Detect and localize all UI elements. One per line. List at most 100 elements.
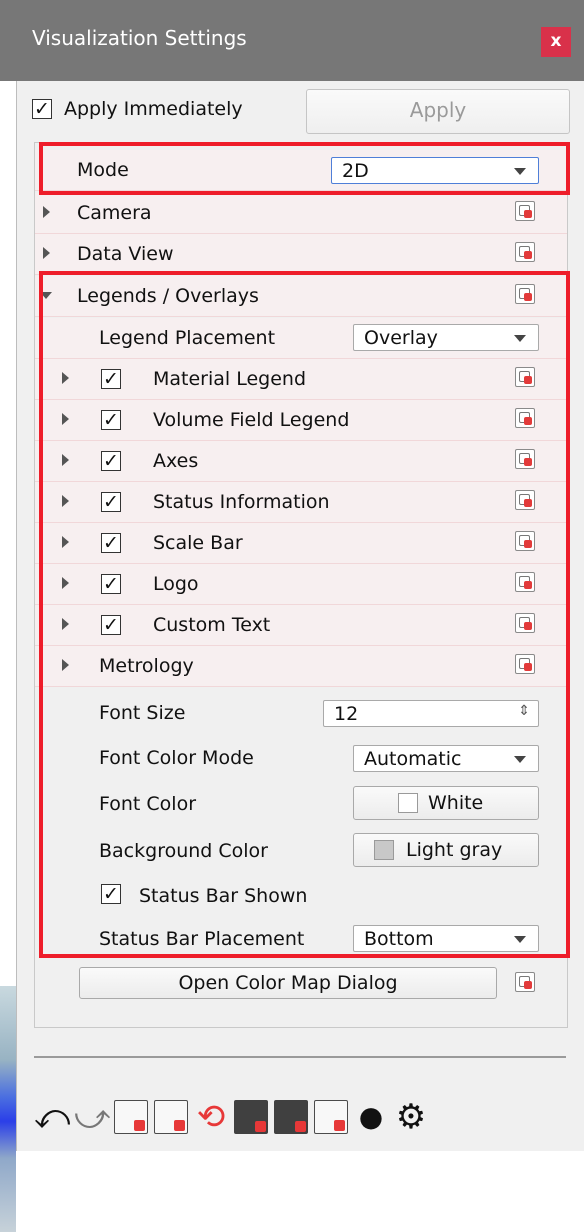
reset-settings-icon[interactable]: ⟲ — [194, 1100, 228, 1134]
tree-item-material-legend[interactable]: ✓ Material Legend — [35, 359, 567, 400]
legend-placement-row: Legend Placement Overlay — [35, 318, 567, 359]
export-settings-icon[interactable] — [114, 1100, 148, 1134]
status-bar-placement-select[interactable]: Bottom — [353, 925, 539, 952]
undo-icon[interactable]: ⤺ — [34, 1100, 70, 1134]
expand-arrow-icon[interactable] — [62, 495, 69, 507]
expand-arrow-icon[interactable] — [62, 413, 69, 425]
tree-item-axes[interactable]: ✓ Axes — [35, 441, 567, 482]
apply-immediately-checkbox[interactable]: ✓ — [32, 99, 52, 119]
open-color-map-row: Open Color Map Dialog — [35, 965, 567, 1011]
reset-setting-icon[interactable] — [515, 490, 535, 510]
mode-label: Mode — [77, 159, 129, 181]
tree-item-label: Status Information — [153, 491, 330, 513]
expand-arrow-icon[interactable] — [62, 577, 69, 589]
chevron-down-icon — [514, 936, 526, 943]
tree-item-label: Material Legend — [153, 368, 307, 390]
expand-arrow-icon[interactable] — [43, 247, 50, 259]
chevron-down-icon — [514, 168, 526, 175]
tree-item-scale-bar[interactable]: ✓ Scale Bar — [35, 523, 567, 564]
reset-setting-icon[interactable] — [515, 242, 535, 262]
tree-item-label: Custom Text — [153, 614, 271, 636]
spin-arrows-icon[interactable]: ⇕ — [518, 703, 530, 719]
tree-item-logo[interactable]: ✓ Logo — [35, 564, 567, 605]
tree-item-custom-text[interactable]: ✓ Custom Text — [35, 605, 567, 646]
reset-setting-icon[interactable] — [515, 284, 535, 304]
reset-setting-icon[interactable] — [515, 972, 535, 992]
expand-arrow-icon[interactable] — [43, 206, 50, 218]
mode-select[interactable]: 2D — [331, 157, 539, 184]
reset-setting-icon[interactable] — [515, 572, 535, 592]
apply-immediately-row[interactable]: ✓ Apply Immediately — [32, 98, 243, 120]
font-color-mode-label: Font Color Mode — [99, 747, 254, 769]
title-bar: Visualization Settings x — [0, 0, 584, 81]
settings-gear-icon[interactable]: ⚙ — [394, 1100, 428, 1134]
open-color-map-dialog-button[interactable]: Open Color Map Dialog — [79, 967, 497, 999]
legend-placement-select[interactable]: Overlay — [353, 324, 539, 351]
background-strip — [0, 81, 16, 1232]
tree-item-metrology[interactable]: Metrology — [35, 646, 567, 687]
import-settings-icon[interactable] — [154, 1100, 188, 1134]
font-color-mode-select[interactable]: Automatic — [353, 745, 539, 772]
close-button[interactable]: x — [541, 27, 571, 57]
expand-arrow-icon[interactable] — [62, 536, 69, 548]
status-bar-placement-value: Bottom — [364, 928, 434, 950]
font-size-value: 12 — [334, 703, 359, 725]
scale-bar-checkbox[interactable]: ✓ — [101, 533, 121, 553]
metrology-label: Metrology — [99, 655, 194, 677]
load-preset-icon[interactable] — [274, 1100, 308, 1134]
color-swatch-white — [398, 793, 418, 813]
chevron-down-icon — [514, 335, 526, 342]
status-bar-shown-checkbox[interactable]: ✓ — [101, 884, 121, 904]
background-color-row: Background Color Light gray — [35, 827, 567, 873]
font-size-label: Font Size — [99, 702, 186, 724]
font-color-mode-value: Automatic — [364, 748, 462, 770]
background-color-button[interactable]: Light gray — [353, 833, 539, 867]
reset-setting-icon[interactable] — [515, 613, 535, 633]
tree-item-camera[interactable]: Camera — [35, 193, 567, 234]
reset-setting-icon[interactable] — [515, 201, 535, 221]
reset-setting-icon[interactable] — [515, 367, 535, 387]
collapse-arrow-icon[interactable] — [40, 292, 52, 299]
expand-arrow-icon[interactable] — [62, 659, 69, 671]
background-image-fragment — [0, 986, 16, 1232]
tree-item-label: Axes — [153, 450, 199, 472]
material-legend-checkbox[interactable]: ✓ — [101, 369, 121, 389]
axes-checkbox[interactable]: ✓ — [101, 451, 121, 471]
legend-placement-value: Overlay — [364, 327, 438, 349]
expand-arrow-icon[interactable] — [62, 372, 69, 384]
tree-item-label: Scale Bar — [153, 532, 243, 554]
legend-placement-label: Legend Placement — [99, 327, 276, 349]
logo-checkbox[interactable]: ✓ — [101, 574, 121, 594]
tree-item-volume-field-legend[interactable]: ✓ Volume Field Legend — [35, 400, 567, 441]
save-preset-icon[interactable] — [234, 1100, 268, 1134]
script-icon[interactable] — [314, 1100, 348, 1134]
reset-setting-icon[interactable] — [515, 531, 535, 551]
expand-arrow-icon[interactable] — [62, 618, 69, 630]
status-information-checkbox[interactable]: ✓ — [101, 492, 121, 512]
tree-item-label: Volume Field Legend — [153, 409, 350, 431]
visibility-icon[interactable]: ● — [354, 1100, 388, 1134]
tree-item-data-view[interactable]: Data View — [35, 234, 567, 275]
window-title: Visualization Settings — [32, 26, 247, 50]
font-color-button[interactable]: White — [353, 786, 539, 820]
reset-setting-icon[interactable] — [515, 449, 535, 469]
expand-arrow-icon[interactable] — [62, 454, 69, 466]
apply-button[interactable]: Apply — [306, 89, 570, 134]
redo-icon[interactable]: ⤻ — [74, 1100, 110, 1134]
reset-setting-icon[interactable] — [515, 654, 535, 674]
camera-label: Camera — [77, 202, 152, 224]
font-size-row: Font Size 12 ⇕ — [35, 690, 567, 734]
custom-text-checkbox[interactable]: ✓ — [101, 615, 121, 635]
reset-setting-icon[interactable] — [515, 408, 535, 428]
font-size-spinbox[interactable]: 12 ⇕ — [323, 700, 539, 727]
data-view-label: Data View — [77, 243, 174, 265]
bottom-toolbar: ⤺ ⤻ ⟲ ● ⚙ — [34, 1096, 434, 1138]
status-bar-shown-row[interactable]: ✓ Status Bar Shown — [35, 874, 567, 916]
mode-row: Mode 2D — [35, 150, 567, 191]
volume-field-legend-checkbox[interactable]: ✓ — [101, 410, 121, 430]
tree-item-status-information[interactable]: ✓ Status Information — [35, 482, 567, 523]
font-color-label: Font Color — [99, 793, 197, 815]
tree-item-legends-overlays[interactable]: Legends / Overlays — [35, 276, 567, 317]
background-color-label: Background Color — [99, 840, 268, 862]
mode-value: 2D — [342, 160, 369, 182]
